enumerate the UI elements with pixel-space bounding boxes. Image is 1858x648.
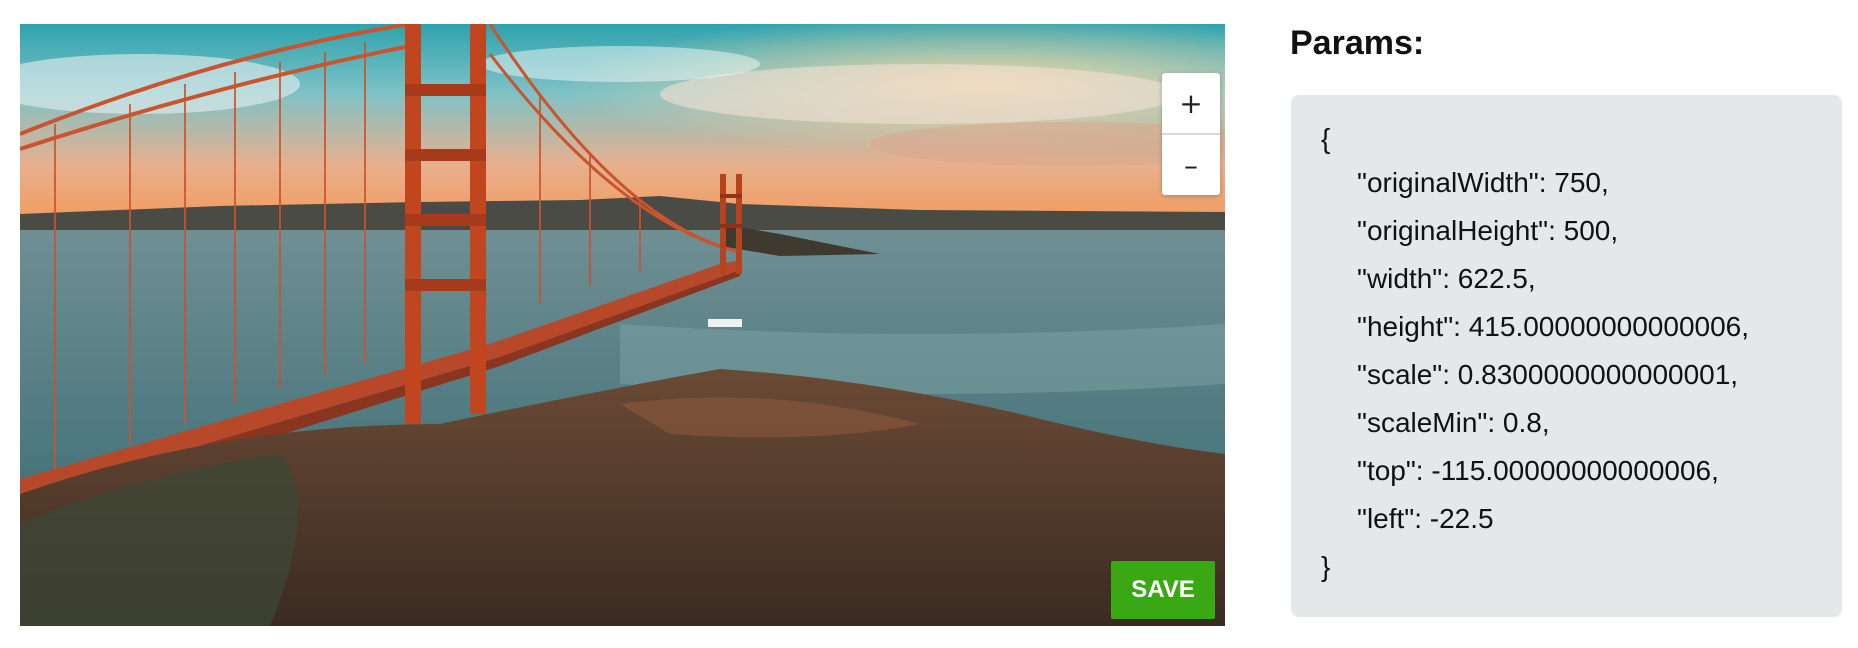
param-line-original-width: "originalWidth": 750, bbox=[1357, 167, 1609, 198]
param-line-left: "left": -22.5 bbox=[1357, 503, 1494, 534]
save-button[interactable]: SAVE bbox=[1111, 561, 1215, 619]
param-line-top: "top": -115.00000000000006, bbox=[1357, 455, 1719, 486]
image-editor-canvas[interactable]: + – SAVE bbox=[20, 24, 1225, 626]
zoom-out-button[interactable]: – bbox=[1162, 135, 1220, 195]
zoom-controls: + – bbox=[1162, 73, 1220, 195]
param-line-height: "height": 415.00000000000006, bbox=[1357, 311, 1750, 342]
param-line-scale: "scale": 0.8300000000000001, bbox=[1357, 359, 1739, 390]
close-brace: } bbox=[1321, 551, 1331, 582]
open-brace: { bbox=[1321, 123, 1331, 154]
param-line-scale-min: "scaleMin": 0.8, bbox=[1357, 407, 1550, 438]
param-line-original-height: "originalHeight": 500, bbox=[1357, 215, 1619, 246]
params-title: Params: bbox=[1290, 24, 1425, 62]
param-line-width: "width": 622.5, bbox=[1357, 263, 1536, 294]
bridge-photo bbox=[20, 24, 1225, 626]
zoom-in-button[interactable]: + bbox=[1162, 73, 1220, 133]
params-code-block: { "originalWidth": 750, "originalHeight"… bbox=[1291, 95, 1842, 617]
